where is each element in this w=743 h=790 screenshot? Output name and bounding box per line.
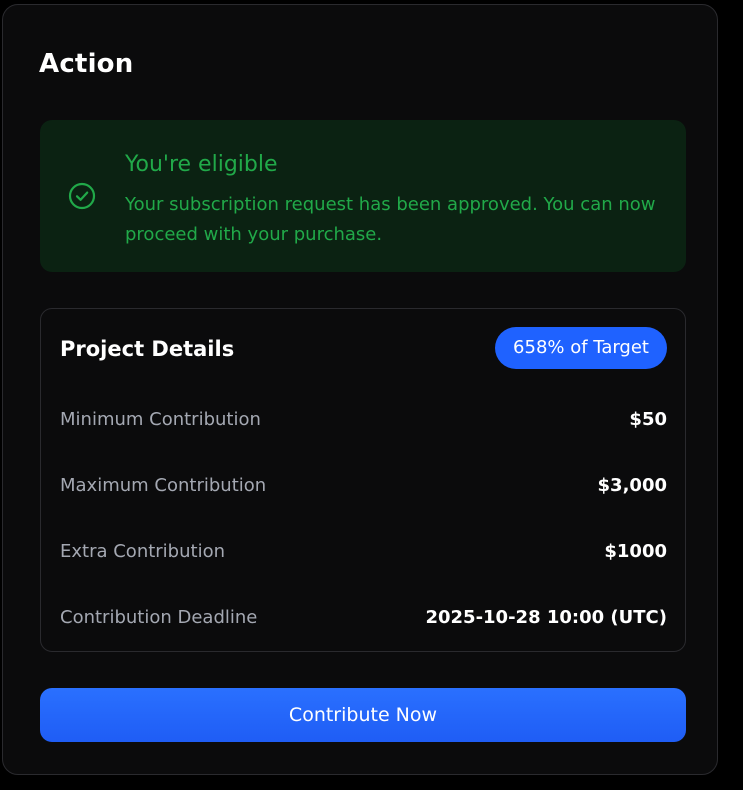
project-details-title: Project Details (60, 337, 235, 361)
detail-row-extra-contribution: Extra Contribution $1000 (60, 541, 667, 571)
contribute-now-button[interactable]: Contribute Now (40, 688, 686, 742)
target-badge: 658% of Target (495, 327, 667, 369)
detail-label: Extra Contribution (60, 541, 225, 562)
action-panel: Action You're eligible Your subscription… (2, 4, 718, 775)
detail-value: 2025-10-28 10:00 (UTC) (425, 607, 667, 628)
eligibility-message: Your subscription request has been appro… (125, 194, 656, 245)
check-circle-icon (68, 182, 96, 210)
eligibility-heading: You're eligible (125, 152, 278, 177)
project-details-card: Project Details 658% of Target Minimum C… (40, 308, 686, 652)
panel-title: Action (39, 49, 134, 79)
detail-value: $50 (629, 409, 667, 430)
detail-value: $3,000 (597, 475, 667, 496)
detail-row-minimum-contribution: Minimum Contribution $50 (60, 409, 667, 439)
eligibility-banner: You're eligible Your subscription reques… (40, 120, 686, 272)
detail-row-maximum-contribution: Maximum Contribution $3,000 (60, 475, 667, 505)
detail-label: Maximum Contribution (60, 475, 267, 496)
detail-value: $1000 (604, 541, 667, 562)
detail-label: Contribution Deadline (60, 607, 258, 628)
detail-row-contribution-deadline: Contribution Deadline 2025-10-28 10:00 (… (60, 607, 667, 637)
detail-label: Minimum Contribution (60, 409, 261, 430)
